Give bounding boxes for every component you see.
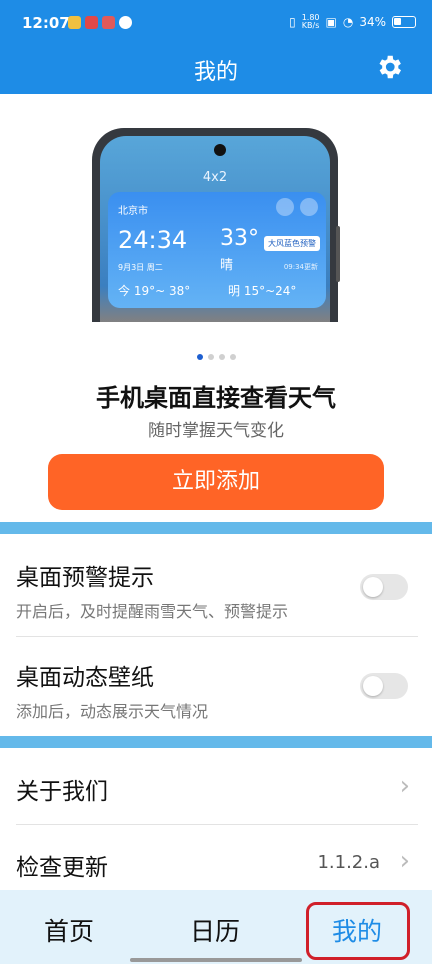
gear-icon[interactable] bbox=[374, 52, 404, 82]
promo-subline: 随时掌握天气变化 bbox=[148, 421, 284, 441]
network-speed: 1.80 KB/s bbox=[301, 13, 320, 30]
dynamic-wallpaper-toggle[interactable] bbox=[360, 673, 408, 699]
app-notification-icon bbox=[102, 16, 115, 29]
carousel-indicator bbox=[0, 354, 432, 360]
tab-calendar[interactable]: 日历 bbox=[190, 912, 240, 948]
app-logo-icon bbox=[300, 198, 318, 216]
desktop-alert-setting: 桌面预警提示 开启后，及时提醒雨雪天气、预警提示 bbox=[16, 558, 416, 622]
phone-mockup: 4x2 北京市 24:34 9月3日 周二 33° 晴 大风蓝色预警 09:34… bbox=[92, 128, 338, 322]
section-divider-band bbox=[0, 736, 432, 748]
promo-headline: 手机桌面直接查看天气 bbox=[96, 384, 336, 412]
setting-description: 开启后，及时提醒雨雪天气、预警提示 bbox=[16, 602, 289, 621]
tab-home[interactable]: 首页 bbox=[44, 912, 94, 948]
widget-city: 北京市 bbox=[118, 206, 148, 217]
widget-temperature: 33° bbox=[220, 226, 259, 251]
widget-time: 24:34 bbox=[118, 226, 188, 254]
divider bbox=[16, 636, 418, 637]
widget-condition: 晴 bbox=[220, 258, 234, 273]
widget-today-forecast: 今 19°~ 38° bbox=[118, 284, 191, 298]
widget-tomorrow-forecast: 明 15°~24° bbox=[228, 284, 297, 298]
status-time: 12:07 bbox=[22, 14, 70, 32]
phone-screen: 4x2 北京市 24:34 9月3日 周二 33° 晴 大风蓝色预警 09:34… bbox=[100, 136, 330, 322]
refresh-icon bbox=[276, 198, 294, 216]
carousel-dot bbox=[229, 354, 236, 360]
battery-icon bbox=[392, 16, 416, 28]
version-label: 1.1.2.a bbox=[317, 852, 380, 873]
setting-title: 桌面预警提示 bbox=[16, 565, 154, 591]
camera-icon bbox=[214, 144, 226, 156]
vibrate-icon: ▯ bbox=[289, 15, 296, 29]
section-divider-band bbox=[0, 522, 432, 534]
widget-alert-badge: 大风蓝色预警 bbox=[264, 236, 320, 251]
carousel-dot-active bbox=[196, 354, 203, 360]
carousel-dot bbox=[218, 354, 225, 360]
page-title: 我的 bbox=[193, 60, 238, 85]
widget-preview-banner[interactable]: 4x2 北京市 24:34 9月3日 周二 33° 晴 大风蓝色预警 09:34… bbox=[0, 94, 432, 322]
setting-title: 桌面动态壁纸 bbox=[16, 665, 154, 691]
divider bbox=[16, 824, 418, 825]
chevron-right-icon: › bbox=[399, 846, 410, 876]
weather-widget-preview: 北京市 24:34 9月3日 周二 33° 晴 大风蓝色预警 09:34更新 今… bbox=[108, 192, 326, 308]
gallery-notification-icon bbox=[68, 16, 81, 29]
app-header: 我的 bbox=[0, 44, 432, 94]
phone-side-button bbox=[336, 226, 340, 282]
notification-icons bbox=[68, 16, 132, 29]
widget-updated: 09:34更新 bbox=[283, 263, 318, 271]
widget-size-label: 4x2 bbox=[202, 170, 228, 185]
setting-description: 添加后，动态展示天气情况 bbox=[16, 702, 209, 721]
home-indicator bbox=[130, 958, 302, 962]
highlight-box bbox=[306, 902, 410, 960]
app-notification-icon bbox=[85, 16, 98, 29]
carousel-dot bbox=[207, 354, 214, 360]
chevron-right-icon: › bbox=[399, 771, 410, 801]
sim-icon: ▣ bbox=[325, 15, 337, 29]
dynamic-wallpaper-setting: 桌面动态壁纸 添加后，动态展示天气情况 bbox=[16, 658, 416, 722]
status-bar: 12:07 ▯ 1.80 KB/s ▣ ◔ 34% bbox=[0, 0, 432, 44]
about-us-item[interactable]: 关于我们 bbox=[16, 772, 416, 806]
app-notification-icon bbox=[119, 16, 132, 29]
desktop-alert-toggle[interactable] bbox=[360, 574, 408, 600]
add-widget-button[interactable]: 立即添加 bbox=[48, 454, 384, 510]
widget-date: 9月3日 周二 bbox=[118, 263, 163, 272]
wifi-icon: ◔ bbox=[342, 15, 354, 29]
battery-percent: 34% bbox=[359, 15, 386, 29]
